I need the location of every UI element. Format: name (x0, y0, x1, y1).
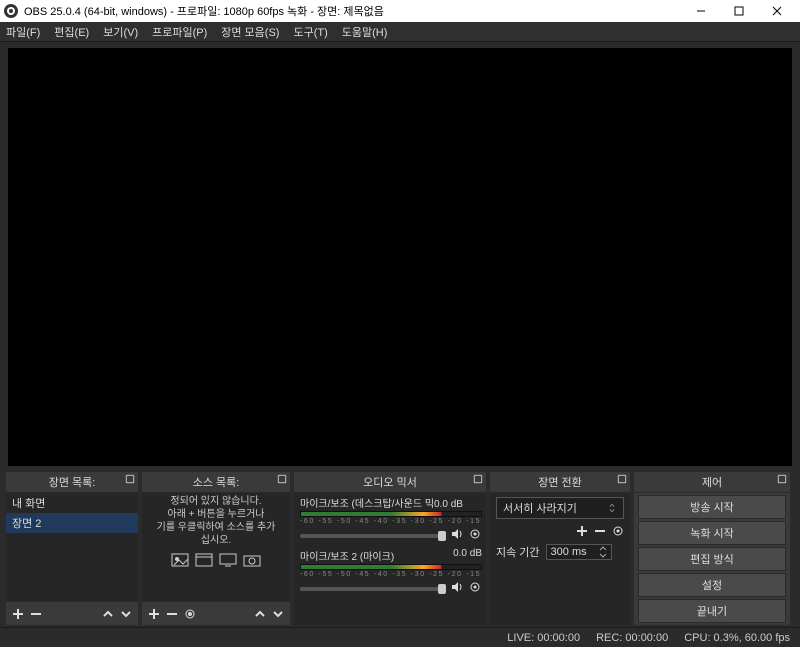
scene-item[interactable]: 장면 2 (6, 513, 138, 533)
status-rec: REC: 00:00:00 (596, 632, 668, 644)
updown-icon (607, 503, 617, 513)
scenes-toolbar (6, 601, 138, 625)
duration-input[interactable]: 300 ms (546, 544, 612, 560)
mixer-db-value: 0.0 dB (453, 548, 482, 563)
statusbar: LIVE: 00:00:00 REC: 00:00:00 CPU: 0.3%, … (0, 627, 800, 647)
move-down-icon[interactable] (272, 608, 284, 620)
sources-dock-close-icon[interactable] (276, 473, 288, 485)
scenes-dock-close-icon[interactable] (124, 473, 136, 485)
settings-button[interactable]: 설정 (638, 573, 786, 597)
exit-button[interactable]: 끝내기 (638, 599, 786, 623)
transition-settings-icon[interactable] (612, 525, 624, 540)
menu-scene-collection[interactable]: 장면 모음(S) (221, 24, 279, 40)
mixer-channel: 마이크/보조 (데스크탑/사운드 믹0.0 dB -60 -55 -50 -45… (294, 493, 486, 546)
volume-scale: -60 -55 -50 -45 -40 -35 -30 -25 -20 -15 … (300, 571, 482, 578)
volume-meter (300, 511, 482, 517)
maximize-button[interactable] (720, 0, 758, 22)
transitions-title: 장면 전환 (490, 472, 630, 493)
sources-title: 소스 목록: (142, 472, 290, 493)
mixer-dock-close-icon[interactable] (472, 473, 484, 485)
preview-area (0, 42, 800, 470)
window-icon (195, 551, 213, 569)
sources-toolbar (142, 601, 290, 625)
remove-source-icon[interactable] (166, 608, 178, 620)
menubar: 파일(F) 편집(E) 보기(V) 프로파일(P) 장면 모음(S) 도구(T)… (0, 22, 800, 42)
scene-item[interactable]: 내 화면 (6, 493, 138, 513)
menu-help[interactable]: 도움말(H) (342, 24, 388, 40)
status-live: LIVE: 00:00:00 (507, 632, 580, 644)
duration-label: 지속 기간 (496, 544, 540, 560)
controls-dock-close-icon[interactable] (776, 473, 788, 485)
add-transition-icon[interactable] (576, 525, 588, 540)
window-title: OBS 25.0.4 (64-bit, windows) - 프로파일: 108… (24, 3, 384, 19)
speaker-icon[interactable] (450, 527, 464, 544)
gear-icon[interactable] (468, 527, 482, 544)
scenes-title: 장면 목록: (6, 472, 138, 493)
mixer-title: 오디오 믹서 (294, 472, 486, 493)
close-button[interactable] (758, 0, 796, 22)
move-up-icon[interactable] (254, 608, 266, 620)
sources-empty-text: 정되어 있지 않습니다. 아래 + 버튼을 누르거나 기를 우클릭하여 소스를 … (142, 493, 290, 549)
sources-hint-icons (142, 551, 290, 569)
app-icon (4, 4, 18, 18)
minimize-button[interactable] (682, 0, 720, 22)
move-up-icon[interactable] (102, 608, 114, 620)
menu-profile[interactable]: 프로파일(P) (152, 24, 207, 40)
transitions-dock: 장면 전환 서서히 사라지기 지속 기간 300 ms (490, 472, 630, 625)
volume-slider[interactable] (300, 534, 446, 538)
start-streaming-button[interactable]: 방송 시작 (638, 495, 786, 519)
image-icon (171, 551, 189, 569)
add-scene-icon[interactable] (12, 608, 24, 620)
spin-icon (599, 546, 607, 558)
mixer-channel-label: 마이크/보조 (데스크탑/사운드 믹0.0 dB (300, 495, 463, 510)
gear-icon[interactable] (468, 580, 482, 597)
volume-slider[interactable] (300, 587, 446, 591)
move-down-icon[interactable] (120, 608, 132, 620)
menu-edit[interactable]: 편집(E) (54, 24, 89, 40)
add-source-icon[interactable] (148, 608, 160, 620)
titlebar: OBS 25.0.4 (64-bit, windows) - 프로파일: 108… (0, 0, 800, 22)
status-cpu: CPU: 0.3%, 60.00 fps (684, 632, 790, 644)
remove-scene-icon[interactable] (30, 608, 42, 620)
display-icon (219, 551, 237, 569)
transitions-dock-close-icon[interactable] (616, 473, 628, 485)
controls-dock: 제어 방송 시작 녹화 시작 편집 방식 설정 끝내기 (634, 472, 790, 625)
studio-mode-button[interactable]: 편집 방식 (638, 547, 786, 571)
volume-meter (300, 564, 482, 570)
mixer-channel-label: 마이크/보조 2 (마이크) (300, 548, 394, 563)
speaker-icon[interactable] (450, 580, 464, 597)
menu-file[interactable]: 파일(F) (6, 24, 40, 40)
scenes-dock: 장면 목록: 내 화면 장면 2 (6, 472, 138, 625)
preview-canvas[interactable] (8, 48, 792, 466)
mixer-dock: 오디오 믹서 마이크/보조 (데스크탑/사운드 믹0.0 dB -60 -55 … (294, 472, 486, 625)
menu-tools[interactable]: 도구(T) (293, 24, 327, 40)
transition-select[interactable]: 서서히 사라지기 (496, 497, 624, 519)
docks-row: 장면 목록: 내 화면 장면 2 소스 목록: 정되어 있지 않습니다. 아래 … (0, 470, 800, 627)
start-recording-button[interactable]: 녹화 시작 (638, 521, 786, 545)
controls-title: 제어 (634, 472, 790, 493)
sources-dock: 소스 목록: 정되어 있지 않습니다. 아래 + 버튼을 누르거나 기를 우클릭… (142, 472, 290, 625)
menu-view[interactable]: 보기(V) (103, 24, 138, 40)
volume-scale: -60 -55 -50 -45 -40 -35 -30 -25 -20 -15 … (300, 518, 482, 525)
source-settings-icon[interactable] (184, 608, 196, 620)
camera-icon (243, 551, 261, 569)
remove-transition-icon[interactable] (594, 525, 606, 540)
mixer-channel: 마이크/보조 2 (마이크) 0.0 dB -60 -55 -50 -45 -40… (294, 546, 486, 599)
